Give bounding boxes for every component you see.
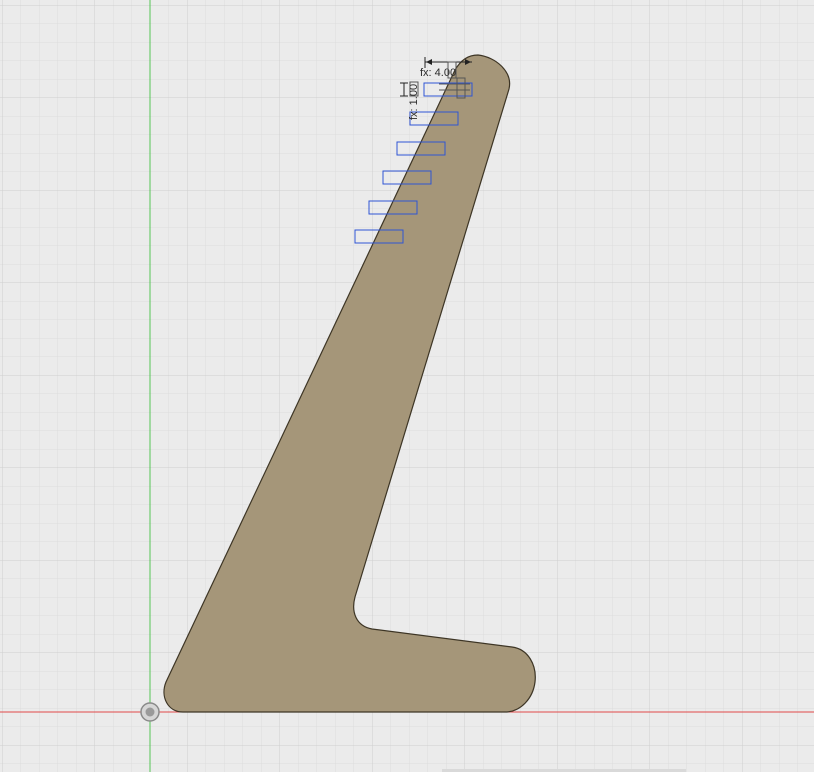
origin-point-icon[interactable] xyxy=(140,702,160,722)
dimension-label-horizontal[interactable]: fx: 4.00 xyxy=(420,67,456,79)
sketch-viewport[interactable]: fx: 4.00 fx: 1.00 xyxy=(0,0,814,772)
